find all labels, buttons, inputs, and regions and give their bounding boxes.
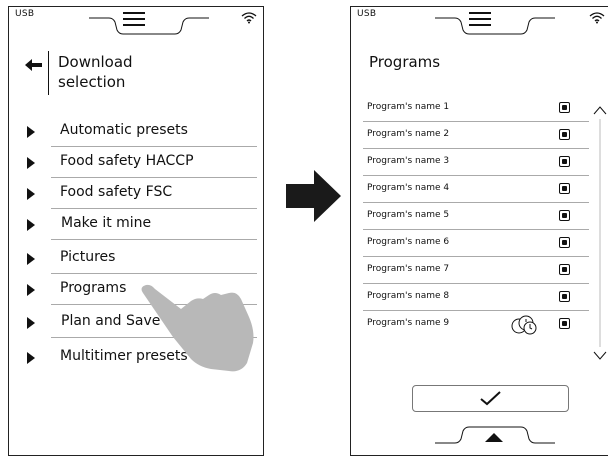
top-menu-tab[interactable]: [435, 6, 555, 36]
menu-item-label: Pictures: [60, 249, 116, 265]
selected-checkbox[interactable]: [559, 102, 570, 113]
checkmark-icon: [480, 391, 501, 406]
program-name: Program's name 1: [367, 102, 450, 112]
program-name: Program's name 5: [367, 210, 450, 220]
usb-status-label: USB: [357, 9, 377, 19]
arrow-left-icon[interactable]: [25, 59, 43, 71]
programs-screen: USB Programs Program's name 1 Program's …: [350, 6, 608, 456]
page-title: Programs: [369, 53, 441, 71]
expand-triangle-icon: [27, 253, 35, 265]
selected-checkbox[interactable]: [559, 318, 570, 329]
program-row[interactable]: Program's name 5: [351, 203, 608, 230]
program-row[interactable]: Program's name 4: [351, 176, 608, 203]
expand-triangle-icon: [27, 157, 35, 169]
selected-checkbox[interactable]: [559, 237, 570, 248]
download-selection-screen: USB Download selection Automatic presets…: [8, 6, 264, 456]
program-row[interactable]: Program's name 8: [351, 284, 608, 311]
scrollbar[interactable]: [593, 103, 607, 363]
wifi-icon: [241, 12, 257, 24]
menu-item-label: Food safety HACCP: [60, 153, 194, 169]
chevron-up-icon[interactable]: [485, 432, 503, 442]
program-name: Program's name 4: [367, 183, 450, 193]
program-row[interactable]: Program's name 3: [351, 149, 608, 176]
program-row[interactable]: Program's name 9: [351, 311, 608, 343]
program-row[interactable]: Program's name 2: [351, 122, 608, 149]
program-name: Program's name 6: [367, 237, 450, 247]
expand-triangle-icon: [27, 352, 35, 364]
program-name: Program's name 7: [367, 264, 450, 274]
expand-triangle-icon: [27, 188, 35, 200]
menu-item-label: Make it mine: [61, 215, 152, 231]
separator: [51, 239, 257, 240]
program-name: Program's name 3: [367, 156, 450, 166]
program-row[interactable]: Program's name 1: [351, 95, 608, 122]
menu-item-automatic-presets[interactable]: Automatic presets: [9, 116, 263, 147]
program-name: Program's name 8: [367, 291, 450, 301]
expand-triangle-icon: [27, 219, 35, 231]
selected-checkbox[interactable]: [559, 210, 570, 221]
usb-status-label: USB: [15, 9, 35, 19]
selected-checkbox[interactable]: [559, 264, 570, 275]
menu-item-food-safety-fsc[interactable]: Food safety FSC: [9, 178, 263, 209]
program-row[interactable]: Program's name 7: [351, 257, 608, 284]
expand-triangle-icon: [27, 317, 35, 329]
selected-checkbox[interactable]: [559, 129, 570, 140]
multi-clock-icon: [511, 315, 537, 335]
expand-triangle-icon: [27, 126, 35, 138]
menu-item-label: Programs: [60, 280, 127, 296]
wifi-icon: [589, 12, 605, 24]
program-name: Program's name 2: [367, 129, 450, 139]
menu-item-pictures[interactable]: Pictures: [9, 243, 263, 274]
arrow-right-icon: [286, 170, 341, 222]
selected-checkbox[interactable]: [559, 183, 570, 194]
menu-item-label: Food safety FSC: [60, 184, 173, 200]
expand-triangle-icon: [27, 284, 35, 296]
selected-checkbox[interactable]: [559, 156, 570, 167]
confirm-button[interactable]: [412, 385, 569, 412]
menu-item-make-it-mine[interactable]: Make it mine: [9, 209, 263, 240]
top-menu-tab[interactable]: [89, 6, 209, 36]
selected-checkbox[interactable]: [559, 291, 570, 302]
program-name: Program's name 9: [367, 318, 450, 328]
title-divider: [48, 51, 49, 95]
program-row[interactable]: Program's name 6: [351, 230, 608, 257]
menu-item-label: Automatic presets: [60, 122, 188, 138]
menu-item-food-safety-haccp[interactable]: Food safety HACCP: [9, 147, 263, 178]
tapping-hand-icon: [141, 284, 254, 372]
hamburger-menu-icon[interactable]: [469, 11, 491, 27]
page-title: Download selection: [58, 53, 133, 91]
hamburger-menu-icon[interactable]: [123, 11, 145, 27]
